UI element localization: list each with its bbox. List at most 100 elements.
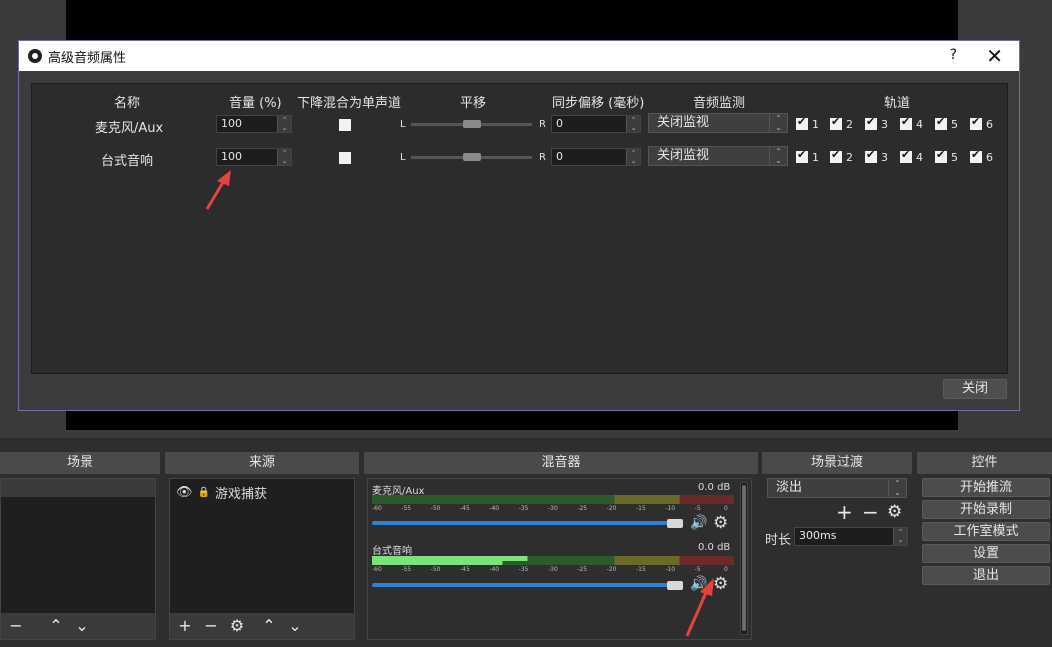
gear-icon[interactable]: ⚙ xyxy=(713,513,728,533)
sync-offset-value: 0 xyxy=(556,117,563,130)
transitions-dock-title: 场景过渡 xyxy=(762,452,912,474)
volume-slider-handle[interactable] xyxy=(667,581,683,590)
exit-button[interactable]: 退出 xyxy=(922,566,1050,585)
header-sync-offset: 同步偏移 (毫秒) xyxy=(552,96,645,111)
spin-arrows-icon[interactable]: ⌃ ⌄ xyxy=(626,116,640,132)
meter-scale-label: -55 xyxy=(401,566,412,573)
volume-slider[interactable] xyxy=(372,583,668,587)
track-label: 1 xyxy=(812,151,819,164)
scrollbar-thumb[interactable] xyxy=(742,485,746,631)
track-6-checkbox[interactable] xyxy=(970,148,982,163)
remove-transition-button[interactable]: − xyxy=(862,500,879,524)
scenes-list[interactable]: − ⌃ ⌄ xyxy=(0,478,156,640)
meter-scale-label: -5 xyxy=(694,505,701,512)
spin-arrows-icon[interactable]: ⌃ ⌄ xyxy=(277,149,291,165)
track-label: 3 xyxy=(881,151,888,164)
pan-slider-handle[interactable] xyxy=(463,153,481,161)
track-4-checkbox[interactable] xyxy=(900,115,912,130)
remove-source-button[interactable]: − xyxy=(202,616,220,636)
track-5-checkbox[interactable] xyxy=(935,115,947,130)
volume-slider-handle[interactable] xyxy=(667,519,683,528)
track-1-checkbox[interactable] xyxy=(796,148,808,163)
duration-input[interactable]: 300ms ⌃ ⌄ xyxy=(794,527,908,546)
transition-select-value: 淡出 xyxy=(776,480,803,495)
pan-left-label: L xyxy=(400,152,406,163)
help-button[interactable]: ? xyxy=(950,47,957,63)
scene-item-selected[interactable] xyxy=(1,479,155,497)
studio-mode-button[interactable]: 工作室模式 xyxy=(922,522,1050,541)
meter-scale-label: -20 xyxy=(606,566,617,573)
sync-offset-input[interactable]: 0 ⌃ ⌄ xyxy=(551,115,641,133)
move-up-icon[interactable]: ⌃ xyxy=(260,616,278,636)
scenes-dock: 场景 − ⌃ ⌄ xyxy=(0,452,160,640)
source-item[interactable]: 👁 🔒 游戏捕获 xyxy=(176,483,267,502)
close-button[interactable]: 关闭 xyxy=(943,379,1007,399)
meter-scale-label: -15 xyxy=(636,505,646,512)
downmix-mono-checkbox[interactable] xyxy=(339,152,351,164)
add-source-button[interactable]: + xyxy=(176,616,194,636)
move-down-icon[interactable]: ⌄ xyxy=(286,616,304,636)
track-4-checkbox[interactable] xyxy=(900,148,912,163)
start-recording-button[interactable]: 开始录制 xyxy=(922,500,1050,519)
source-name: 麦克风/Aux xyxy=(95,121,164,136)
controls-dock-title: 控件 xyxy=(917,452,1052,474)
sources-toolbar: + − ⚙ ⌃ ⌄ xyxy=(170,613,354,639)
meter-scale-label: 0 xyxy=(724,566,728,573)
sync-offset-input[interactable]: 0 ⌃ ⌄ xyxy=(551,148,641,166)
audio-monitoring-select[interactable]: 关闭监视 ⌃ ⌄ xyxy=(648,113,788,133)
track-3-checkbox[interactable] xyxy=(865,115,877,130)
gear-icon[interactable]: ⚙ xyxy=(887,502,902,522)
speaker-icon[interactable]: 🔊 xyxy=(690,515,707,531)
meter-scale-label: -40 xyxy=(489,505,500,512)
meter-scale-label: -55 xyxy=(401,505,412,512)
volume-slider[interactable] xyxy=(372,521,668,525)
header-audio-monitoring: 音频监测 xyxy=(693,96,746,111)
meter-scale-label: -35 xyxy=(518,505,529,512)
spin-arrows-icon[interactable]: ⌃ ⌄ xyxy=(277,116,291,132)
meter-scale-label: -45 xyxy=(460,505,470,512)
move-down-icon[interactable]: ⌄ xyxy=(73,616,91,636)
audio-properties-table: 名称 音量 (%) 下降混合为单声道 平移 同步偏移 (毫秒) 音频监测 轨道 xyxy=(31,83,1008,374)
volume-percent-input[interactable]: 100 ⌃ ⌄ xyxy=(216,115,292,133)
track-5-checkbox[interactable] xyxy=(935,148,947,163)
start-streaming-button[interactable]: 开始推流 xyxy=(922,478,1050,497)
track-3-checkbox[interactable] xyxy=(865,148,877,163)
move-up-icon[interactable]: ⌃ xyxy=(47,616,65,636)
meter-scale-label: -60 xyxy=(372,505,382,512)
audio-monitoring-value: 关闭监视 xyxy=(657,148,710,163)
chevron-updown-icon: ⌃ ⌄ xyxy=(888,479,906,497)
source-name: 台式音响 xyxy=(101,154,154,169)
track-1-checkbox[interactable] xyxy=(796,115,808,130)
track-label: 2 xyxy=(846,151,853,164)
audio-monitoring-select[interactable]: 关闭监视 ⌃ ⌄ xyxy=(648,146,788,166)
pan-slider-handle[interactable] xyxy=(463,120,481,128)
eye-icon[interactable]: 👁 xyxy=(176,485,193,500)
spin-arrows-icon[interactable]: ⌃ ⌄ xyxy=(893,528,907,545)
audio-monitoring-value: 关闭监视 xyxy=(657,115,710,130)
track-label: 1 xyxy=(812,118,819,131)
transition-select[interactable]: 淡出 ⌃ ⌄ xyxy=(767,478,907,498)
lock-icon[interactable]: 🔒 xyxy=(198,487,210,498)
track-2-checkbox[interactable] xyxy=(830,148,842,163)
track-label: 2 xyxy=(846,118,853,131)
meter-scale-label: -25 xyxy=(577,505,588,512)
remove-scene-button[interactable]: − xyxy=(7,616,25,636)
track-6-checkbox[interactable] xyxy=(970,115,982,130)
track-label: 6 xyxy=(986,151,993,164)
mixer-scrollbar[interactable] xyxy=(740,482,748,635)
close-icon[interactable]: ✕ xyxy=(986,44,1003,68)
spin-arrows-icon[interactable]: ⌃ ⌄ xyxy=(626,149,640,165)
downmix-mono-checkbox[interactable] xyxy=(339,119,351,131)
track-2-checkbox[interactable] xyxy=(830,115,842,130)
meter-scale-label: -50 xyxy=(430,566,441,573)
duration-value: 300ms xyxy=(799,529,837,542)
settings-button[interactable]: 设置 xyxy=(922,544,1050,563)
gear-icon[interactable]: ⚙ xyxy=(228,616,246,636)
meter-scale-label: -40 xyxy=(489,566,500,573)
meter-scale-label: -50 xyxy=(430,505,441,512)
volume-percent-input[interactable]: 100 ⌃ ⌄ xyxy=(216,148,292,166)
sources-list[interactable]: 👁 🔒 游戏捕获 + − ⚙ ⌃ ⌄ xyxy=(169,478,355,640)
add-transition-button[interactable]: + xyxy=(836,500,853,524)
annotation-arrow xyxy=(205,170,231,210)
volume-percent-value: 100 xyxy=(221,150,242,163)
